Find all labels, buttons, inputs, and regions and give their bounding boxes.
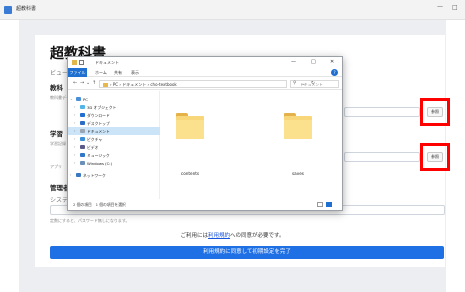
nav-item-label: ビデオ — [87, 144, 99, 150]
network-icon — [76, 173, 81, 177]
folder-icon — [284, 116, 312, 139]
nav-item-label: ピクチャ — [87, 136, 103, 142]
tab-share[interactable]: 共有 — [114, 70, 122, 76]
chevron-right-icon[interactable]: › — [74, 137, 75, 141]
nav-item-label: デスクトップ — [87, 120, 110, 126]
terms-notice: ご利用には利用規約への同意が必要です。 — [0, 231, 465, 239]
folder-icon — [176, 116, 204, 139]
terms-suffix: への同意が必要です。 — [230, 233, 285, 239]
chevron-right-icon[interactable]: › — [74, 145, 75, 149]
dialog-maximize-button[interactable]: □ — [311, 59, 316, 65]
large-icons-view-icon[interactable] — [326, 202, 332, 207]
terms-prefix: ご利用には — [180, 233, 209, 239]
chevron-right-icon[interactable]: › — [74, 161, 75, 165]
maximize-button[interactable]: □ — [452, 4, 458, 11]
up-arrow-icon[interactable]: ↑ — [92, 80, 96, 86]
tab-file[interactable]: ファイル — [68, 68, 87, 77]
ribbon: ファイル ホーム 共有 表示 ? — [68, 68, 342, 77]
status-text: 2 個の項目 1 個の項目を選択 — [73, 202, 126, 207]
highlight-box-student — [420, 143, 450, 171]
music-icon — [80, 153, 85, 157]
back-arrow-icon[interactable]: ← — [73, 80, 77, 86]
address-bar: ← → ⌄ ↑ › PC › ドキュメント › cho-textbook ⌄ ↻… — [68, 78, 342, 90]
search-placeholder: ドキュメント — [300, 82, 323, 87]
chevron-right-icon[interactable]: › — [74, 105, 75, 109]
tab-home[interactable]: ホーム — [95, 70, 107, 76]
chevron-right-icon[interactable]: › — [74, 113, 75, 117]
app-icon — [4, 6, 12, 14]
pictures-icon — [80, 137, 85, 141]
chevron-right-icon[interactable]: › — [74, 129, 75, 133]
search-input[interactable]: ⚲ ドキュメント — [290, 80, 339, 88]
password-note: 定数にすると、パスワード無しになります。 — [50, 218, 130, 223]
folder-picker-dialog: ドキュメント — □ ✕ ファイル ホーム 共有 表示 ? ← → ⌄ ↑ › … — [67, 56, 343, 211]
folder-label-saves[interactable]: saves — [273, 171, 323, 176]
folder-saves[interactable] — [284, 113, 312, 139]
nav-item-pc[interactable]: ⌄ PC — [68, 95, 160, 103]
drive-icon — [80, 161, 85, 165]
chevron-right-icon[interactable]: › — [74, 153, 75, 157]
textbook-section-title: 教科 — [50, 84, 63, 92]
dialog-title: ドキュメント — [95, 60, 119, 65]
folder-contents[interactable] — [176, 113, 204, 139]
app-titlebar: 超教科書 — □ — [0, 0, 465, 20]
folder-label-contents[interactable]: contents — [165, 171, 215, 176]
navigation-pane: ⌄ PC › 3D オブジェクト › ダウンロード › デスクトップ › ドキュ… — [68, 91, 160, 199]
nav-item-pictures[interactable]: › ピクチャ — [68, 135, 160, 143]
documents-icon — [80, 129, 85, 133]
path-text: › PC › ドキュメント › cho-textbook — [110, 82, 177, 87]
forward-arrow-icon[interactable]: → — [80, 80, 84, 86]
download-icon — [80, 113, 85, 117]
dialog-titlebar: ドキュメント — □ ✕ — [68, 57, 342, 68]
minimize-button[interactable]: — — [437, 3, 443, 10]
tab-view[interactable]: 表示 — [131, 70, 139, 76]
nav-item-downloads[interactable]: › ダウンロード — [68, 111, 160, 119]
help-icon[interactable]: ? — [331, 69, 338, 76]
nav-item-network[interactable]: › ネットワーク — [68, 171, 160, 179]
chevron-right-icon[interactable]: › — [74, 121, 75, 125]
dialog-minimize-button[interactable]: — — [291, 59, 296, 65]
nav-item-label: 3D オブジェクト — [87, 104, 117, 110]
nav-item-label: ダウンロード — [87, 112, 110, 118]
chevron-right-icon[interactable]: › — [70, 173, 71, 177]
student-field-label: 学習記録 — [50, 141, 66, 146]
student-path-input[interactable] — [344, 152, 420, 162]
pc-icon — [76, 97, 81, 101]
path-input[interactable]: › PC › ドキュメント › cho-textbook ⌄ ↻ — [99, 80, 315, 88]
recent-locations-icon[interactable]: ⌄ — [86, 80, 90, 86]
search-icon: ⚲ — [293, 81, 297, 86]
nav-item-3d-objects[interactable]: › 3D オブジェクト — [68, 103, 160, 111]
quick-access-folder-icon — [72, 60, 77, 65]
quick-access-properties-icon[interactable] — [79, 60, 84, 65]
cube-icon — [80, 105, 85, 109]
nav-item-video[interactable]: › ビデオ — [68, 143, 160, 151]
dialog-close-button[interactable]: ✕ — [330, 59, 334, 65]
desktop-icon — [80, 121, 85, 125]
screen: 超教科書 — □ 超教科書 ビュー 教科 教科書データ 参照 学習 学習記録 参… — [0, 0, 465, 292]
textbook-path-input[interactable] — [344, 107, 420, 117]
data-label: アプリ — [50, 164, 62, 169]
app-window-title: 超教科書 — [16, 6, 37, 12]
agree-complete-button[interactable]: 利用規約に同意して初期設定を完了 — [50, 246, 444, 259]
chevron-down-icon[interactable]: ⌄ — [70, 97, 73, 101]
nav-item-label: ドキュメント — [87, 128, 110, 134]
status-bar: 2 個の項目 1 個の項目を選択 — [68, 199, 342, 210]
details-view-icon[interactable] — [317, 202, 323, 207]
nav-item-windows-c[interactable]: › Windows (C:) — [68, 159, 160, 167]
folder-icon — [103, 82, 108, 87]
nav-item-desktop[interactable]: › デスクトップ — [68, 119, 160, 127]
student-section-title: 学習 — [50, 130, 63, 138]
nav-item-music[interactable]: › ミュージック — [68, 151, 160, 159]
nav-item-label: PC — [83, 96, 88, 102]
nav-item-label: ミュージック — [87, 152, 110, 158]
nav-item-label: Windows (C:) — [87, 160, 113, 166]
highlight-box-textbook — [420, 98, 450, 126]
nav-item-label: ネットワーク — [83, 172, 106, 178]
video-icon — [80, 145, 85, 149]
nav-item-documents[interactable]: › ドキュメント — [68, 127, 160, 135]
viewer-label: ビュー — [50, 70, 69, 77]
terms-link[interactable]: 利用規約 — [208, 233, 230, 239]
